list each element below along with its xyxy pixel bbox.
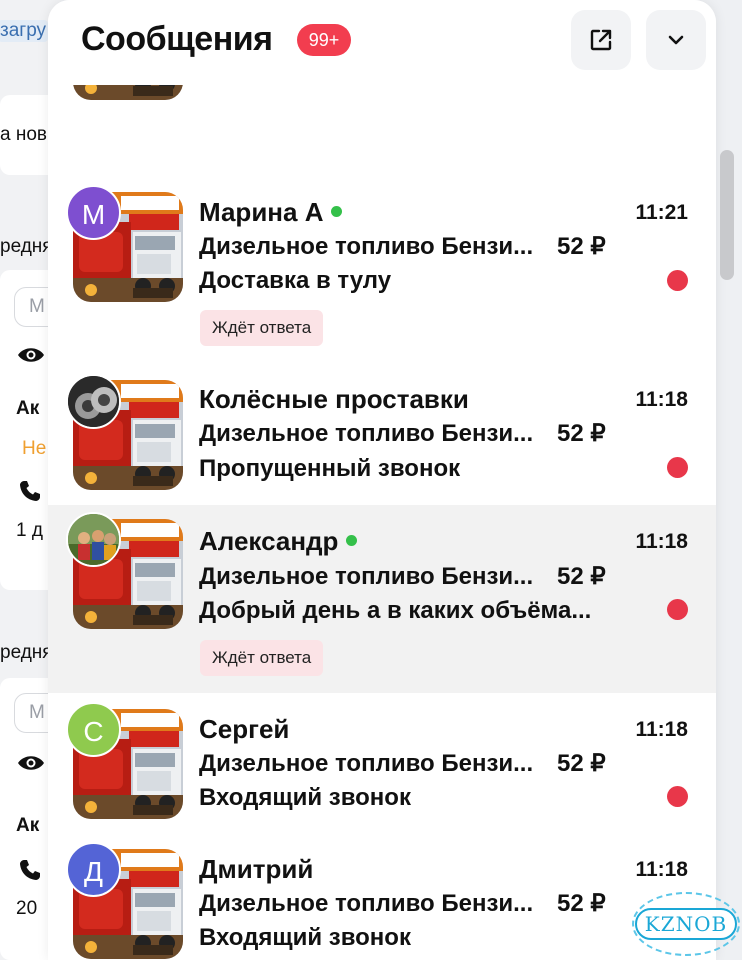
conversation-item[interactable]: Александр 11:18 Дизельное топливо Бензи...… [48,505,716,693]
contact-name: Сергей [199,714,289,745]
page-title: Сообщения [81,20,273,58]
listing-price: 52 ₽ [557,420,606,447]
message-time: 11:18 [635,718,688,741]
last-message: Входящий звонок [199,784,411,811]
listing-title: Дизельное топливо Бензи... 52 ₽ [199,889,606,918]
avatar-letter: М [81,199,106,230]
bg-text: Ак [16,398,40,419]
contact-name-text: Сергей [199,714,290,744]
contact-name-text: Колёсные проставки [199,384,469,414]
bg-text: 1 д [16,520,43,541]
listing-price: 52 ₽ [557,890,606,917]
bg-upload-text: загру [0,20,49,42]
bg-text: редня [0,236,53,257]
contact-name: Марина А [199,197,343,228]
scrollbar-thumb[interactable] [720,150,734,280]
avatar [66,374,121,429]
avatar-letter: С [83,716,104,747]
eye-icon [18,348,44,362]
phone-icon [20,481,40,501]
conversation-item[interactable]: Д Дмитрий 11:18 Дизельное топливо Бензи... 5… [48,833,716,960]
listing-title: Дизельное топливо Бензи... 52 ₽ [199,232,606,261]
message-time: 11:18 [635,388,688,411]
online-indicator [346,535,358,546]
listing-title-text: Дизельное топливо Бензи... [199,890,534,917]
contact-name-text: Марина А [199,197,324,227]
listing-price: 52 ₽ [557,563,606,590]
last-message: Доставка в тулу [199,267,392,294]
open-in-new-window-button[interactable] [571,10,631,70]
messages-panel: Дизельное топливо Бензи... 52 ₽ Входящий з… [48,0,716,960]
contact-name-text: Александр [199,526,339,556]
avatar: Д [66,842,121,897]
bg-text: а нов [0,124,47,145]
listing-title-text: Дизельное топливо Бензи... [199,563,534,590]
bg-text: Ак [16,815,40,836]
message-time: 11:18 [635,530,688,553]
avatar: С [66,702,121,757]
contact-name-text: Дмитрий [199,854,314,884]
panel-header: Сообщения 99+ [48,0,716,85]
avatar-letter: Д [84,856,103,887]
unread-dot [667,457,688,478]
conversation-item[interactable]: С Сергей 11:18 Дизельное топливо Бензи... 52… [48,693,716,833]
contact-name: Дмитрий [199,854,313,885]
listing-price: 52 ₽ [557,233,606,260]
listing-title: Дизельное топливо Бензи... 52 ₽ [199,562,606,591]
listing-title-text: Дизельное топливо Бензи... [199,750,534,777]
conversation-item[interactable]: Колёсные проставки 11:18 Дизельное топливо… [48,360,716,505]
unread-count-badge: 99+ [297,24,351,56]
eye-icon [18,756,44,770]
listing-title: Дизельное топливо Бензи... 52 ₽ [199,749,606,778]
last-message: Добрый день а в каких объёма... [199,597,592,624]
listing-title: Дизельное топливо Бензи... 52 ₽ [199,419,606,448]
bg-text: редня [0,642,53,663]
external-link-icon [590,29,612,51]
last-message: Пропущенный звонок [199,455,461,482]
message-time: 11:18 [635,858,688,881]
watermark-stamp: KZNOB [632,892,740,956]
contact-name: Колёсные проставки [199,384,469,415]
watermark-text: KZNOB [634,908,738,940]
awaiting-reply-tag: Ждёт ответа [200,310,324,346]
last-message: Входящий звонок [199,924,411,951]
contact-name: Александр [199,526,358,557]
bg-text: Не [22,438,47,459]
conversation-list[interactable]: Дизельное топливо Бензи... 52 ₽ Входящий з… [48,0,716,960]
unread-dot [667,786,688,807]
unread-dot [667,270,688,291]
phone-icon [20,860,40,880]
conversation-item[interactable]: М Марина А 11:21 Дизельное топливо Бензи...… [48,180,716,360]
online-indicator [331,206,343,217]
listing-title-text: Дизельное топливо Бензи... [199,233,534,260]
avatar [66,512,121,567]
chevron-down-icon [668,35,684,45]
unread-dot [667,599,688,620]
listing-price: 52 ₽ [557,750,606,777]
collapse-button[interactable] [646,10,706,70]
awaiting-reply-tag: Ждёт ответа [200,640,324,676]
message-time: 11:21 [635,201,688,224]
avatar: М [66,185,121,240]
listing-title-text: Дизельное топливо Бензи... [199,420,534,447]
bg-text: 20 [16,898,38,919]
